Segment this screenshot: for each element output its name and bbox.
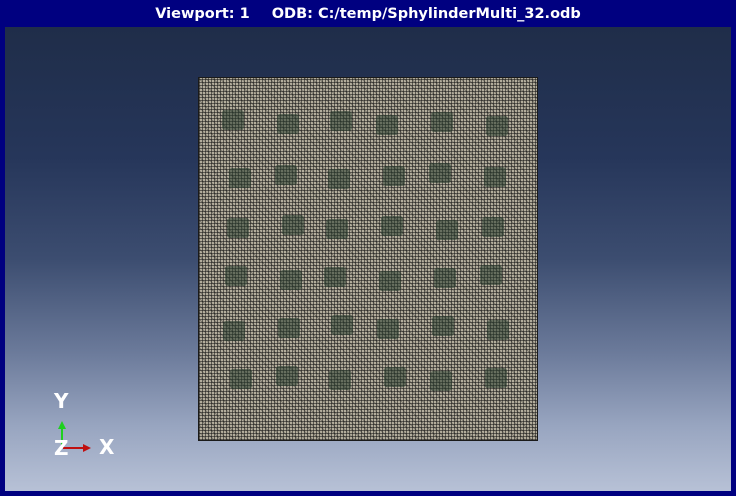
mesh-inclusion	[381, 216, 403, 236]
mesh-inclusion	[430, 371, 452, 391]
mesh-inclusion	[328, 169, 350, 189]
mesh-inclusion	[487, 320, 509, 340]
mesh-inclusion	[434, 268, 456, 288]
mesh-inclusion	[330, 111, 352, 131]
viewport-window[interactable]: Viewport: 1 ODB: C:/temp/SphylinderMulti_…	[0, 0, 736, 496]
mesh-inclusion	[326, 219, 348, 239]
x-axis-label: X	[99, 435, 115, 459]
mesh-model[interactable]	[198, 77, 538, 441]
mesh-inclusion	[429, 163, 451, 183]
mesh-inclusion	[275, 165, 297, 185]
viewport-canvas[interactable]: Y Z X	[5, 27, 731, 491]
mesh-inclusion	[230, 369, 252, 389]
y-axis-label: Y	[54, 389, 69, 413]
mesh-inclusion	[229, 168, 251, 188]
mesh-inclusion	[225, 266, 247, 286]
mesh-inclusion	[277, 114, 299, 134]
mesh-inclusion	[384, 367, 406, 387]
mesh-inclusion	[480, 265, 502, 285]
mesh-inclusion	[482, 217, 504, 237]
mesh-inclusion	[222, 110, 244, 130]
x-axis-arrowhead	[83, 444, 91, 452]
mesh-inclusion	[324, 267, 346, 287]
mesh-inclusion	[227, 218, 249, 238]
mesh-inclusion	[376, 115, 398, 135]
mesh-inclusion	[432, 316, 454, 336]
mesh-inclusion	[486, 116, 508, 136]
viewport-title-bar[interactable]: Viewport: 1 ODB: C:/temp/SphylinderMulti_…	[0, 0, 736, 27]
mesh-inclusion	[278, 318, 300, 338]
mesh-inclusion	[276, 366, 298, 386]
odb-path-label: ODB: C:/temp/SphylinderMulti_32.odb	[271, 5, 581, 22]
mesh-inclusion	[484, 167, 506, 187]
mesh-inclusion	[377, 319, 399, 339]
mesh-inclusion	[331, 315, 353, 335]
mesh-inclusion	[383, 166, 405, 186]
viewport-label: Viewport: 1	[155, 5, 250, 22]
y-axis-arrowhead	[58, 421, 66, 429]
mesh-inclusion	[431, 112, 453, 132]
mesh-inclusion	[223, 321, 245, 341]
mesh-inclusion	[280, 270, 302, 290]
z-axis-label: Z	[54, 436, 69, 460]
mesh-inclusion	[379, 271, 401, 291]
mesh-inclusion	[436, 220, 458, 240]
mesh-inclusion	[485, 368, 507, 388]
mesh-inclusion	[329, 370, 351, 390]
mesh-inclusion	[282, 215, 304, 235]
